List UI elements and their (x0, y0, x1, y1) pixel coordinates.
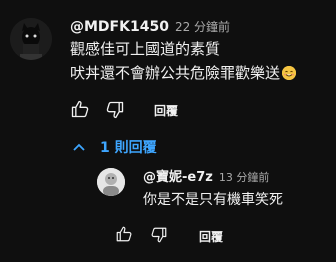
reply-text: 你是不是只有機車笑死 (143, 192, 283, 208)
reply-time[interactable]: 13 分鐘前 (219, 171, 270, 184)
chevron-up-icon (73, 143, 85, 151)
thumbs-down-icon (106, 101, 124, 119)
smiling-face-emoji-icon (282, 66, 297, 80)
comment-author[interactable]: @MDFK1450 (70, 19, 169, 35)
reply-avatar-image-icon (97, 168, 125, 196)
thumbs-down-icon (151, 227, 167, 243)
comment-header: @MDFK1450 22 分鐘前 (70, 16, 230, 35)
reply-author[interactable]: @寶妮-e7z (143, 170, 213, 185)
reply-avatar[interactable] (97, 168, 125, 196)
comment-text-line-2: 吠丼還不會辦公共危險罪歡樂送 (70, 62, 297, 84)
replies-toggle-button[interactable]: 1 則回覆 (72, 137, 157, 157)
like-button[interactable] (69, 99, 91, 119)
thumbs-up-icon (116, 226, 132, 242)
reply-header: @寶妮-e7z 13 分鐘前 (143, 166, 269, 185)
thumbs-up-icon (71, 100, 89, 118)
reply-button[interactable]: 回覆 (154, 102, 178, 119)
reply-dislike-button[interactable] (149, 226, 169, 244)
comment-text-line-1: 觀感佳可上國道的素質 (70, 40, 221, 58)
avatar-image-icon (10, 18, 52, 60)
reply-like-button[interactable] (114, 225, 134, 243)
avatar[interactable] (10, 18, 52, 60)
reply-reply-button[interactable]: 回覆 (199, 228, 223, 245)
comment-text-line-2-content: 吠丼還不會辦公共危險罪歡樂送 (70, 64, 281, 82)
dislike-button[interactable] (104, 100, 126, 120)
comment-time[interactable]: 22 分鐘前 (175, 20, 230, 34)
replies-toggle-label: 1 則回覆 (100, 140, 157, 156)
